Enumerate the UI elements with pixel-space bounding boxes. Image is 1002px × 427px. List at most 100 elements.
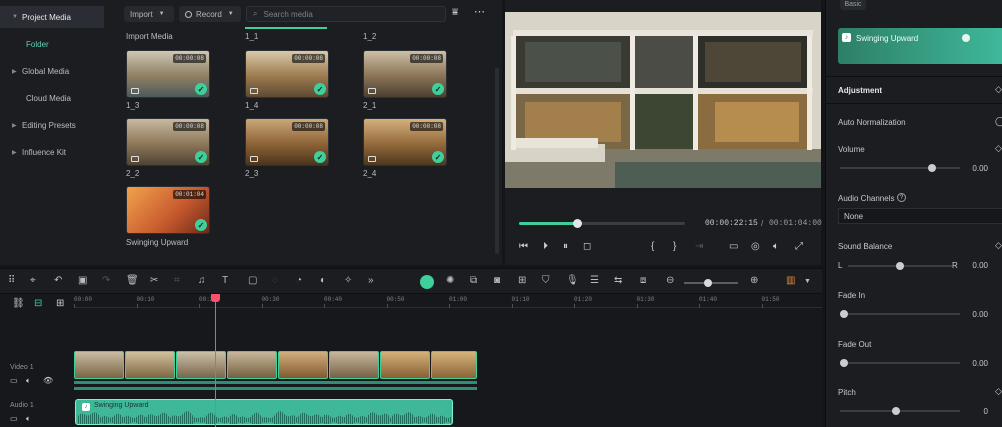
fade-in-slider[interactable] xyxy=(840,310,960,318)
speaker-icon[interactable]: 🔈︎ xyxy=(26,376,31,386)
undo-icon[interactable]: ↶ xyxy=(54,275,62,286)
video-clip[interactable] xyxy=(227,351,277,379)
playback-progress[interactable] xyxy=(519,219,685,228)
balance-value[interactable]: 0.00 xyxy=(972,261,988,270)
video-clip[interactable] xyxy=(329,351,379,379)
filter-icon[interactable]: ⩸ xyxy=(452,7,458,18)
zoom-slider[interactable] xyxy=(684,279,738,287)
stop-icon[interactable]: ◻ xyxy=(583,241,591,252)
snapshot-icon[interactable]: ◎ xyxy=(751,241,760,252)
import-media-label[interactable]: Import Media xyxy=(126,32,173,41)
sidebar-item-folder[interactable]: Folder xyxy=(0,33,104,55)
media-thumbnail[interactable]: 00:01:04 ✓ xyxy=(126,186,210,234)
playhead-handle[interactable] xyxy=(211,294,220,302)
fade-in-value[interactable]: 0.00 xyxy=(972,310,988,319)
microphone-icon[interactable]: 🎙︎ xyxy=(566,275,579,286)
link-icon[interactable]: ⛓ xyxy=(12,298,25,309)
magnetic-snap-icon[interactable] xyxy=(420,275,434,289)
keyframe-icon[interactable]: ◇ xyxy=(995,240,1002,251)
timeline[interactable]: ⛓ ⊟ ⊞ 00:00 00:10 00:20 00:30 00:40 00:50 01:0… xyxy=(0,294,822,427)
pause-icon[interactable]: ⏸ xyxy=(563,241,568,252)
transition-icon[interactable]: ⧈ xyxy=(640,275,646,286)
split-icon[interactable]: ✂ xyxy=(150,275,158,286)
ai-icon[interactable]: ▣ xyxy=(78,275,87,286)
crop-icon[interactable]: ⌗ xyxy=(174,275,180,286)
media-thumbnail[interactable]: 00:00:08 ✓ xyxy=(363,50,447,98)
pitch-slider[interactable] xyxy=(840,407,960,415)
help-icon[interactable]: ? xyxy=(897,193,906,202)
play-forward-icon[interactable]: ⏵ xyxy=(543,241,548,252)
volume-value[interactable]: 0.00 xyxy=(972,164,988,173)
subtitle-icon[interactable]: ☰ xyxy=(590,275,599,286)
video-clip[interactable] xyxy=(380,351,430,379)
screenshot-icon[interactable]: ◙ xyxy=(494,275,500,286)
zoom-out-icon[interactable]: ⊖ xyxy=(666,275,674,286)
mark-out-icon[interactable]: } xyxy=(673,241,676,252)
color-icon[interactable]: ◐ xyxy=(320,275,326,286)
media-thumbnail[interactable]: 00:00:08 ✓ xyxy=(126,118,210,166)
audio-handle[interactable] xyxy=(962,34,970,42)
speaker-icon[interactable]: 🔈︎ xyxy=(26,414,31,424)
folder-icon[interactable]: ▭ xyxy=(10,376,18,385)
select-tool-icon[interactable]: ⌖ xyxy=(30,275,36,286)
auto-highlight-icon[interactable]: ⧉ xyxy=(470,275,477,286)
video-clip[interactable] xyxy=(176,351,226,379)
zoom-knob[interactable] xyxy=(704,279,712,287)
previous-frame-icon[interactable]: ⏮ xyxy=(519,241,528,252)
sidebar-item-global-media[interactable]: ▶ Global Media xyxy=(0,60,104,82)
keyframe-icon[interactable]: ◇ xyxy=(995,386,1002,397)
effects-icon[interactable]: ✧ xyxy=(344,275,352,286)
search-input[interactable]: ⌕ Search media xyxy=(246,6,446,22)
sidebar-item-influence-kit[interactable]: ▶ Influence Kit xyxy=(0,141,104,163)
shape-icon[interactable]: ▢ xyxy=(248,275,257,286)
video-clip[interactable] xyxy=(431,351,477,379)
ai-helper-icon[interactable]: ✺ xyxy=(446,275,454,286)
audio-channels-select[interactable]: None xyxy=(838,208,1002,224)
tab-basic[interactable]: Basic xyxy=(840,0,866,10)
audio-meter-icon[interactable]: ▥ xyxy=(786,275,795,286)
keyframe-icon[interactable]: ◇ xyxy=(995,143,1002,154)
video-track[interactable] xyxy=(74,351,478,395)
scene-icon[interactable]: ⊞ xyxy=(518,275,526,286)
chevron-down-icon[interactable]: ▼ xyxy=(804,278,811,285)
media-scrollbar[interactable] xyxy=(495,68,499,254)
media-thumbnail[interactable]: 00:00:08 ✓ xyxy=(245,50,329,98)
video-clip[interactable] xyxy=(74,351,124,379)
import-button[interactable]: Import ▼ xyxy=(124,6,174,22)
fade-out-knob[interactable] xyxy=(840,359,848,367)
volume-knob[interactable] xyxy=(928,164,936,172)
balance-knob[interactable] xyxy=(896,262,904,270)
volume-slider[interactable] xyxy=(840,164,960,172)
folder-icon[interactable]: ▭ xyxy=(10,414,18,423)
layout-grid-icon[interactable]: ⠿ xyxy=(8,275,15,286)
record-button[interactable]: Record ▼ xyxy=(179,6,241,22)
pitch-value[interactable]: 0 xyxy=(984,407,988,416)
audio-track-card[interactable]: ♪ Swinging Upward xyxy=(838,28,1002,64)
more-tools-icon[interactable]: » xyxy=(368,275,374,286)
sidebar-item-editing-presets[interactable]: ▶ Editing Presets xyxy=(0,114,104,136)
zoom-in-icon[interactable]: ⊕ xyxy=(750,275,758,286)
fullscreen-icon[interactable]: ⤢ xyxy=(795,241,803,252)
collapse-icon[interactable]: ◇ xyxy=(995,84,1002,95)
fade-out-slider[interactable] xyxy=(840,359,960,367)
audio-edit-icon[interactable]: ♫ xyxy=(198,275,206,286)
audio-clip[interactable]: ♪ Swinging Upward xyxy=(75,399,453,425)
add-to-timeline-icon[interactable]: ⇥ xyxy=(695,241,703,252)
pitch-knob[interactable] xyxy=(892,407,900,415)
eye-icon[interactable]: 👁︎ xyxy=(43,376,53,385)
media-thumbnail[interactable]: 00:00:08 ✓ xyxy=(245,118,329,166)
video-clip[interactable] xyxy=(125,351,175,379)
track-manager-icon[interactable]: ⊟ xyxy=(34,298,42,309)
replace-icon[interactable]: ⇆ xyxy=(614,275,622,286)
shield-icon[interactable]: ⛉ xyxy=(542,275,550,286)
time-ruler[interactable]: 00:00 00:10 00:20 00:30 00:40 00:50 01:00 01:10… xyxy=(74,294,822,308)
more-options-icon[interactable]: ⋯ xyxy=(474,5,485,18)
media-thumbnail[interactable]: 00:00:08 ✓ xyxy=(126,50,210,98)
fade-out-value[interactable]: 0.00 xyxy=(972,359,988,368)
sidebar-item-project-media[interactable]: ▼ Project Media xyxy=(0,6,104,28)
sidebar-item-cloud-media[interactable]: Cloud Media xyxy=(0,87,104,109)
balance-slider[interactable] xyxy=(848,262,952,270)
mask-icon[interactable]: ◌ xyxy=(272,275,278,286)
mark-in-icon[interactable]: { xyxy=(651,241,654,252)
delete-icon[interactable]: 🗑︎ xyxy=(126,275,139,286)
